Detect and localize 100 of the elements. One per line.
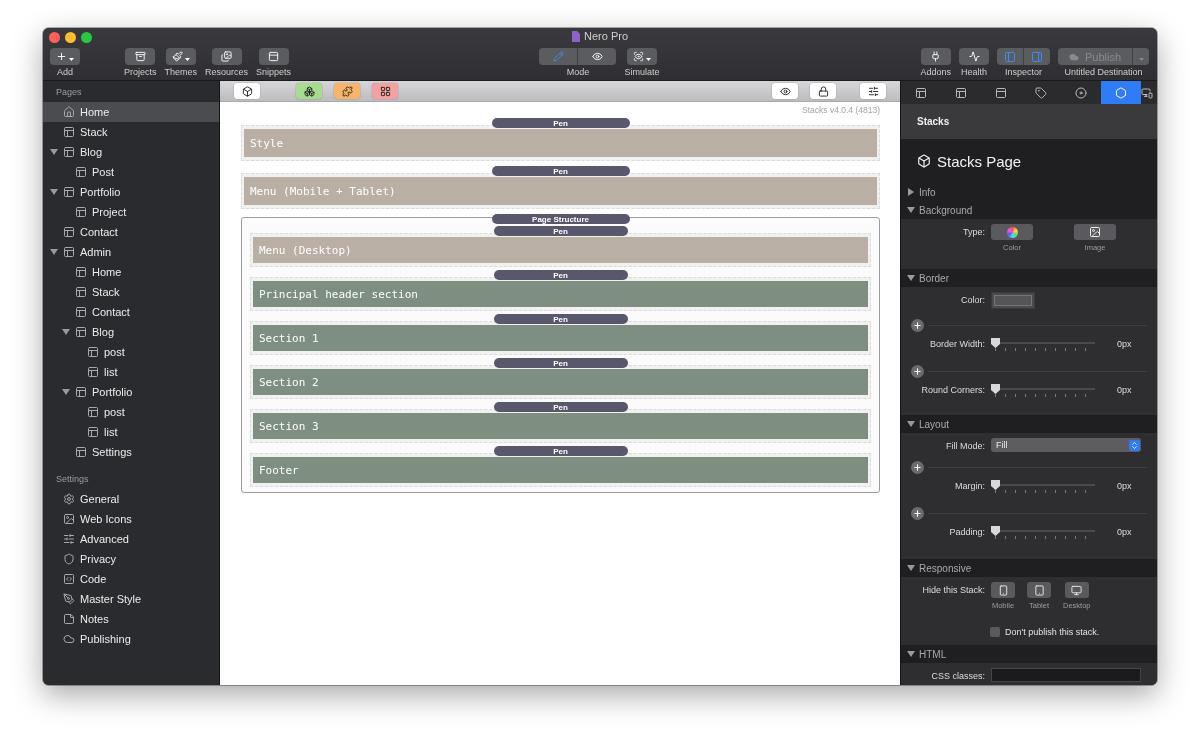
preference-item[interactable]: General	[43, 489, 219, 509]
option-button[interactable]	[991, 582, 1015, 598]
panel-toggle[interactable]	[1024, 48, 1050, 65]
panel-toggle[interactable]	[997, 48, 1023, 65]
disclosure-triangle-icon[interactable]	[50, 248, 58, 256]
disclosure-triangle-icon[interactable]	[907, 274, 915, 282]
disclosure-triangle-icon[interactable]	[907, 650, 915, 658]
slider-thumb[interactable]	[991, 526, 1000, 536]
page-item[interactable]: Stack	[43, 122, 219, 142]
toolbar-button[interactable]	[627, 48, 657, 65]
page-icon	[75, 286, 87, 298]
page-icon	[63, 126, 75, 138]
stack-label: Pen	[493, 358, 628, 368]
page-item[interactable]: Stack	[43, 282, 219, 302]
preference-item[interactable]: Code	[43, 569, 219, 589]
toolbar-button[interactable]	[50, 48, 80, 65]
caret-icon	[184, 58, 190, 61]
slider-thumb[interactable]	[991, 338, 1000, 348]
disclosure-triangle-icon[interactable]	[907, 564, 915, 572]
preference-item[interactable]: Master Style	[43, 589, 219, 609]
canvas-tool-button[interactable]	[372, 83, 398, 99]
value-text: 0px	[1117, 526, 1133, 537]
section-header[interactable]: Info	[901, 183, 1157, 201]
section-header[interactable]: Responsive	[901, 559, 1157, 577]
page-item[interactable]: Settings	[43, 442, 219, 462]
disclosure-triangle-icon[interactable]	[62, 388, 70, 396]
page-item[interactable]: Blog	[43, 142, 219, 162]
canvas-tool-button[interactable]	[296, 83, 322, 99]
page-item[interactable]: Contact	[43, 222, 219, 242]
page-icon	[75, 266, 87, 278]
page-item[interactable]: Portfolio	[43, 382, 219, 402]
plus-icon	[913, 366, 922, 376]
slider-thumb[interactable]	[991, 384, 1000, 394]
section-header[interactable]: HTML	[901, 645, 1157, 663]
page-item[interactable]: list	[43, 362, 219, 382]
mode-segment[interactable]	[578, 48, 617, 65]
canvas-tool-button[interactable]	[234, 83, 260, 99]
minimize-button[interactable]	[65, 31, 76, 43]
page-item[interactable]: Home	[43, 102, 219, 122]
css-classes-field[interactable]	[991, 668, 1141, 682]
image-icon	[1089, 226, 1101, 238]
page-item[interactable]: list	[43, 422, 219, 442]
page-item[interactable]: Contact	[43, 302, 219, 322]
disclosure-triangle-icon[interactable]	[50, 148, 58, 156]
add-button[interactable]	[911, 364, 924, 378]
add-button[interactable]	[911, 318, 924, 332]
option-button[interactable]	[991, 224, 1033, 240]
up-down-icon	[1130, 440, 1139, 450]
page-item[interactable]: Post	[43, 162, 219, 182]
section-header[interactable]: Background	[901, 201, 1157, 219]
toolbar-label: Simulate	[624, 67, 660, 77]
page-item[interactable]: post	[43, 342, 219, 362]
toolbar-button[interactable]	[125, 48, 156, 65]
canvas-tool-button[interactable]	[810, 83, 836, 99]
canvas-tool-button[interactable]	[772, 83, 798, 99]
disclosure-triangle-icon[interactable]	[907, 206, 915, 214]
add-button[interactable]	[911, 506, 924, 520]
preference-item[interactable]: Advanced	[43, 529, 219, 549]
fill-mode-select[interactable]: Fill	[991, 438, 1141, 452]
toolbar-button[interactable]	[920, 48, 951, 65]
close-button[interactable]	[49, 31, 60, 43]
field-label: Round Corners:	[920, 384, 986, 395]
page-item[interactable]: post	[43, 402, 219, 422]
eye-icon	[592, 51, 603, 62]
page-item[interactable]: Portfolio	[43, 182, 219, 202]
option-button[interactable]	[1074, 224, 1116, 240]
disclosure-triangle-icon[interactable]	[907, 188, 915, 196]
section-header[interactable]: Border	[901, 269, 1157, 287]
disclosure-triangle-icon[interactable]	[907, 420, 915, 428]
brush-icon	[171, 51, 183, 62]
option-button[interactable]	[1064, 582, 1089, 598]
toolbar-button[interactable]	[211, 48, 242, 65]
slider-thumb[interactable]	[991, 480, 1000, 490]
caret-icon	[69, 58, 74, 61]
section-header[interactable]: Layout	[901, 415, 1157, 433]
option-button[interactable]	[1027, 582, 1051, 598]
preference-item[interactable]: Notes	[43, 609, 219, 629]
canvas-tool-button[interactable]	[860, 83, 886, 99]
page-icon	[75, 206, 87, 218]
toolbar-button[interactable]	[258, 48, 289, 65]
preference-item[interactable]: Web Icons	[43, 509, 219, 529]
plus-icon	[56, 51, 67, 62]
page-item[interactable]: Project	[43, 202, 219, 222]
toolbar-button[interactable]	[165, 48, 196, 65]
preference-item[interactable]: Publishing	[43, 629, 219, 649]
page-item[interactable]: Home	[43, 262, 219, 282]
disclosure-triangle-icon[interactable]	[62, 328, 70, 336]
preference-item[interactable]: Privacy	[43, 549, 219, 569]
add-button[interactable]	[911, 460, 924, 474]
checkbox[interactable]	[990, 627, 1000, 637]
disclosure-triangle-icon[interactable]	[50, 188, 58, 196]
toolbar-button[interactable]	[959, 48, 989, 65]
stack-label: Pen	[493, 446, 628, 456]
scan-eye-icon	[633, 51, 644, 62]
field-label: Type:	[962, 226, 986, 237]
page-item[interactable]: Admin	[43, 242, 219, 262]
zoom-button[interactable]	[81, 31, 92, 43]
page-item[interactable]: Blog	[43, 322, 219, 342]
color-swatch[interactable]	[991, 292, 1035, 309]
inspector-heading: Stacks	[901, 104, 1157, 139]
